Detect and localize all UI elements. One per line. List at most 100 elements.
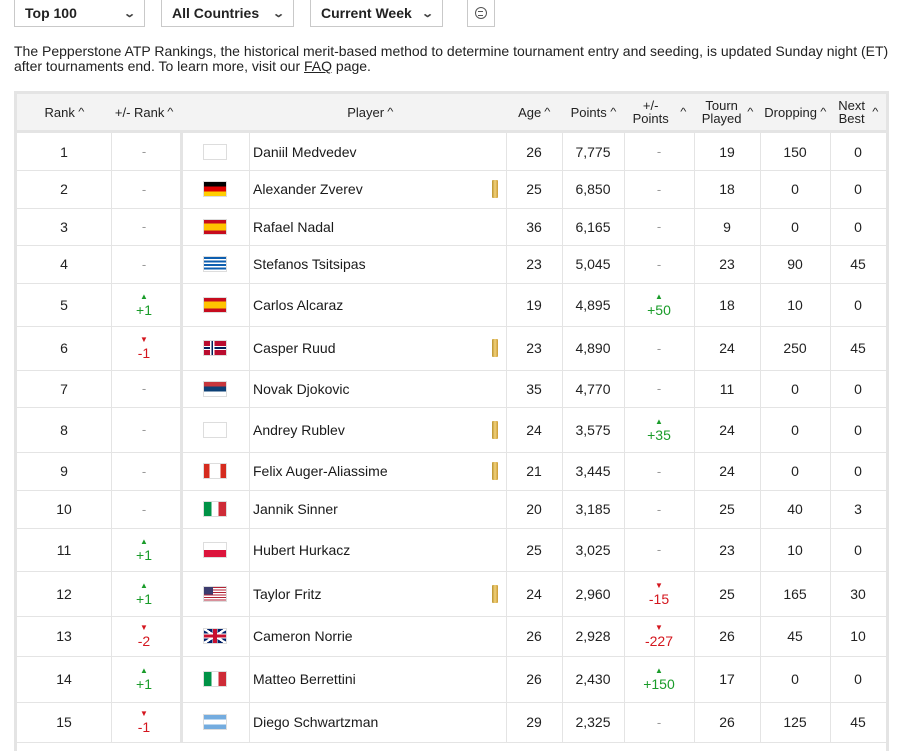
column-divider [180,326,183,370]
rank-cell: 6 [60,340,68,356]
next-best-cell: 0 [854,296,862,313]
player-name-link[interactable]: Hubert Hurkacz [253,542,350,558]
player-name-link[interactable]: Felix Auger-Aliassime [253,463,388,479]
table-row[interactable]: 8 - Andrey Rublev 24 3,575 ▲ +35 24 0 0 [17,407,886,453]
sort-dropping-header[interactable]: Dropping ^ [760,94,830,130]
player-name-link[interactable]: Diego Schwartzman [253,714,378,730]
table-row[interactable]: 4 - Stefanos Tsitsipas 23 5,045 - 23 90 45 [17,245,886,284]
column-divider [249,133,250,170]
arrow-up-icon: ▲ [140,666,148,675]
tourn-played-cell: 11 [719,380,735,397]
movement-value: -227 [644,633,674,649]
sort-next-best-header[interactable]: Next Best ^ [830,94,886,130]
rank-move-cell: ▲ +1 [111,656,177,702]
age-cell: 25 [526,541,542,558]
player-name-link[interactable]: Matteo Berrettini [253,671,356,687]
points-move-cell: - [624,452,694,490]
dropping-cell: 250 [783,340,807,356]
points-move-cell: ▲ +35 [624,407,694,452]
dropping-header-label: Dropping [764,104,818,120]
rank-cell: 13 [56,628,72,644]
player-name-link[interactable]: Cameron Norrie [253,628,353,644]
player-name-link[interactable]: Casper Ruud [253,340,336,356]
column-divider [249,208,250,245]
age-cell: 21 [526,463,542,479]
rank-range-dropdown[interactable]: Top 100 ⌄ [14,0,145,27]
table-row[interactable]: 2 - Alexander Zverev 25 6,850 - 18 0 0 [17,170,886,209]
player-name-link[interactable]: Rafael Nadal [253,219,334,235]
table-row[interactable]: 12 ▲ +1 Taylor Fritz 24 2,960 ▼ -15 25 165 30 [17,571,886,617]
country-flag-icon [203,181,227,197]
column-divider [180,702,183,742]
arrow-down-icon: ▼ [140,335,148,344]
dropping-cell: 0 [791,463,799,479]
points-move-cell: - [624,326,694,370]
table-row[interactable]: 7 - Novak Djokovic 35 4,770 - 11 0 0 [17,370,886,408]
table-row[interactable]: 13 ▼ -2 Cameron Norrie 26 2,928 ▼ -227 26 45 10 [17,616,886,657]
tourn-played-cell: 24 [719,340,735,356]
movement-up: ▲ +1 [136,537,152,562]
movement-value: +1 [136,590,152,607]
sort-caret-icon: ^ [610,106,617,118]
faq-link[interactable]: FAQ [304,58,332,74]
table-row[interactable]: 6 ▼ -1 Casper Ruud 23 4,890 - 24 250 45 [17,326,886,371]
movement-down: ▼ -1 [138,335,150,361]
country-flag-icon [203,542,227,558]
sort-rank-header[interactable]: Rank ^ [17,94,111,130]
player-name-link[interactable]: Alexander Zverev [253,181,363,197]
gold-badge-icon [492,585,498,603]
dropping-cell: 40 [787,501,803,517]
tourn-played-header-label: Tourn Played [702,99,742,125]
next-best-cell: 45 [850,340,866,356]
dropping-cell: 165 [783,585,807,602]
table-row[interactable]: 14 ▲ +1 Matteo Berrettini 26 2,430 ▲ +150 17 0 0 [17,656,886,703]
column-divider [249,407,250,452]
sort-tourn-played-header[interactable]: Tourn Played ^ [694,94,760,130]
sort-points-move-header[interactable]: +/- Points ^ [624,94,694,130]
table-row[interactable]: 15 ▼ -1 Diego Schwartzman 29 2,325 - 26 125 45 [17,702,886,743]
dropping-cell: 125 [783,714,807,730]
rank-cell: 10 [56,501,72,517]
points-cell: 4,770 [575,380,611,397]
column-divider [180,133,183,170]
country-flag-icon [203,219,227,235]
country-dropdown[interactable]: All Countries ⌄ [161,0,294,27]
player-name-link[interactable]: Taylor Fritz [253,586,321,602]
table-row[interactable]: 11 ▲ +1 Hubert Hurkacz 25 3,025 - 23 10 0 [17,528,886,572]
column-divider [249,656,250,702]
sort-age-header[interactable]: Age ^ [506,94,562,130]
tourn-played-cell: 18 [719,296,735,313]
player-name-link[interactable]: Jannik Sinner [253,501,338,517]
sort-player-header[interactable]: Player ^ [180,94,560,130]
table-row[interactable]: 5 ▲ +1 Carlos Alcaraz 19 4,895 ▲ +50 18 10 0 [17,283,886,327]
column-divider [180,571,183,616]
sort-rank-move-header[interactable]: +/- Rank ^ [111,94,177,130]
player-name-link[interactable]: Andrey Rublev [253,422,345,438]
tourn-played-cell: 26 [719,628,735,644]
column-divider [249,245,250,283]
reset-filters-button[interactable] [467,0,495,27]
points-move-cell: ▲ +50 [624,283,694,326]
age-cell: 36 [526,218,542,235]
player-name-link[interactable]: Daniil Medvedev [253,144,357,160]
table-row[interactable]: 3 - Rafael Nadal 36 6,165 - 9 0 0 [17,208,886,246]
column-divider [249,283,250,326]
player-name-link[interactable]: Novak Djokovic [253,381,349,397]
dropping-cell: 10 [787,296,803,313]
player-name-link[interactable]: Carlos Alcaraz [253,297,343,313]
table-row[interactable]: 9 - Felix Auger-Aliassime 21 3,445 - 24 0 0 [17,452,886,491]
filter-bar: Top 100 ⌄ All Countries ⌄ Current Week ⌄ [14,0,495,27]
arrow-up-icon: ▲ [140,291,148,301]
sort-points-header[interactable]: Points ^ [562,94,624,130]
rank-cell: 15 [56,714,72,730]
age-cell: 29 [526,714,542,730]
tourn-played-cell: 9 [723,218,731,235]
movement-value: +50 [647,301,671,318]
rank-cell: 9 [60,463,68,479]
table-row[interactable]: 10 - Jannik Sinner 20 3,185 - 25 40 3 [17,490,886,529]
week-dropdown[interactable]: Current Week ⌄ [310,0,443,27]
no-change-dash: - [141,219,147,234]
table-row[interactable]: 1 - Daniil Medvedev 26 7,775 - 19 150 0 [17,133,886,171]
country-flag-icon [203,422,227,438]
player-name-link[interactable]: Stefanos Tsitsipas [253,256,366,272]
